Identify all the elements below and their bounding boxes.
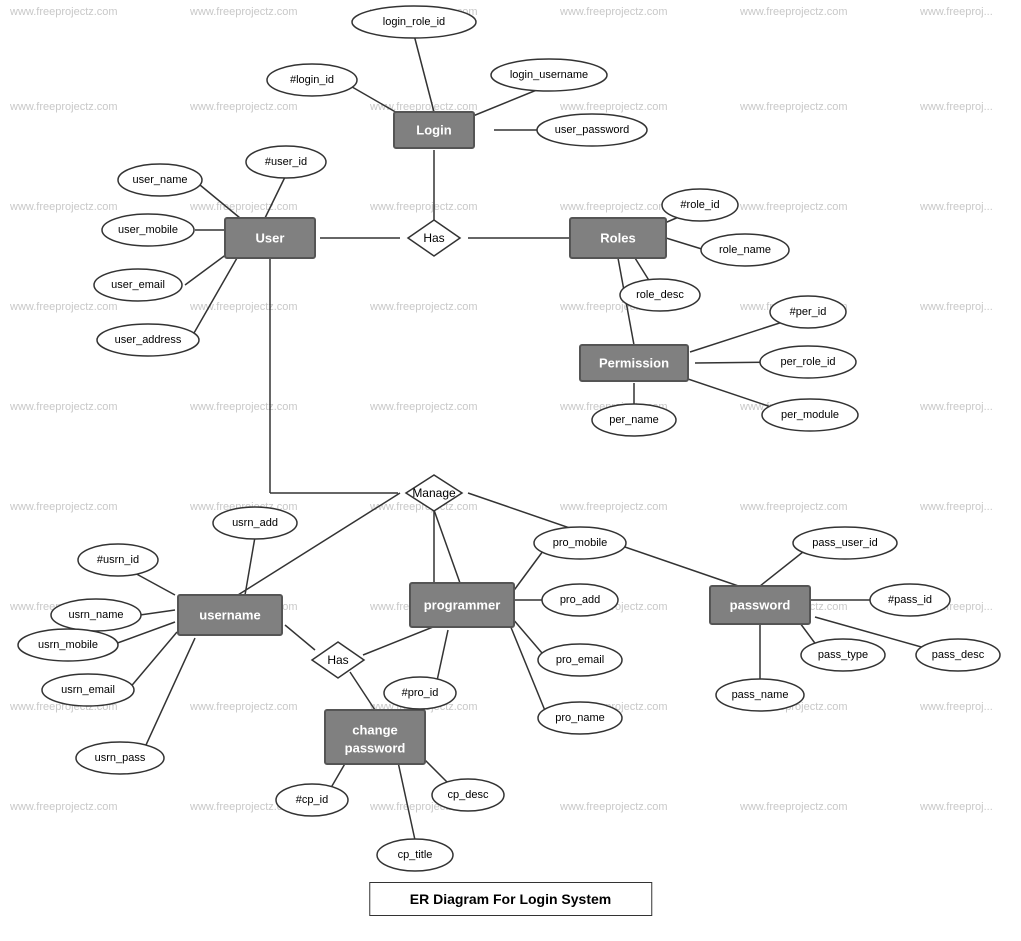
entity-permission-label: Permission [599, 356, 669, 371]
attr-user-email-label: user_email [111, 279, 165, 291]
er-diagram-svg: www.freeprojectz.com www.freeprojectz.co… [0, 0, 1021, 941]
watermark: www.freeprojectz.com [189, 701, 298, 713]
attr-user-name-label: user_name [132, 174, 187, 186]
watermark: www.freeprojectz.com [369, 301, 478, 313]
watermark: www.freeprojectz.com [559, 201, 668, 213]
watermark: www.freeprojectz.com [9, 6, 118, 18]
attr-cp-id-label: #cp_id [296, 794, 328, 806]
attr-role-desc-label: role_desc [636, 289, 684, 301]
attr-usrn-pass-label: usrn_pass [95, 752, 146, 764]
watermark: www.freeproj... [919, 701, 993, 713]
attr-user-mobile-label: user_mobile [118, 224, 178, 236]
attr-usrn-add-label: usrn_add [232, 517, 278, 529]
attr-pass-desc-label: pass_desc [932, 649, 985, 661]
attr-pro-id-label: #pro_id [402, 687, 439, 699]
attr-usrn-name-label: usrn_name [68, 609, 123, 621]
connector-usrn-pass [140, 638, 195, 758]
attr-pro-name-label: pro_name [555, 712, 605, 724]
diagram-title: ER Diagram For Login System [369, 882, 652, 916]
attr-cp-title-label: cp_title [398, 849, 433, 861]
entity-login-label: Login [416, 123, 451, 138]
watermark: www.freeprojectz.com [739, 6, 848, 18]
watermark: www.freeprojectz.com [559, 801, 668, 813]
watermark: www.freeproj... [919, 6, 993, 18]
attr-usrn-mobile-label: usrn_mobile [38, 639, 98, 651]
attr-role-id-label: #role_id [680, 199, 719, 211]
connector-manage-prog [434, 510, 460, 583]
attr-per-id-label: #per_id [790, 306, 827, 318]
entity-change-password-label2: password [345, 741, 406, 756]
connector-usrn-email [128, 632, 177, 690]
attr-per-role-id-label: per_role_id [780, 356, 835, 368]
attr-user-address-label: user_address [115, 334, 182, 346]
watermark: www.freeprojectz.com [9, 201, 118, 213]
watermark: www.freeproj... [919, 801, 993, 813]
relationship-has1-label: Has [423, 231, 444, 245]
entity-programmer-label: programmer [424, 598, 501, 613]
entity-roles-label: Roles [600, 231, 635, 246]
watermark: www.freeprojectz.com [739, 801, 848, 813]
attr-pass-user-id-label: pass_user_id [812, 537, 877, 549]
watermark: www.freeprojectz.com [559, 6, 668, 18]
attr-cp-desc-label: cp_desc [448, 789, 489, 801]
watermark: www.freeprojectz.com [9, 101, 118, 113]
watermark: www.freeprojectz.com [189, 6, 298, 18]
watermark: www.freeprojectz.com [9, 501, 118, 513]
watermark: www.freeprojectz.com [559, 101, 668, 113]
watermark: www.freeprojectz.com [9, 301, 118, 313]
attr-user-password-label: user_password [555, 124, 630, 136]
connector-user-address [190, 258, 237, 340]
attr-per-name-label: per_name [609, 414, 659, 426]
relationship-manage-label: Manage [412, 486, 456, 500]
attr-usrn-email-label: usrn_email [61, 684, 115, 696]
attr-user-id-label: #user_id [265, 156, 307, 168]
watermark: www.freeprojectz.com [189, 301, 298, 313]
connector-has2-cp [350, 672, 375, 710]
attr-login-id-label: #login_id [290, 74, 334, 86]
connector-role-name [666, 238, 705, 250]
watermark: www.freeprojectz.com [739, 201, 848, 213]
watermark: www.freeproj... [919, 101, 993, 113]
attr-role-name-label: role_name [719, 244, 771, 256]
attr-pass-name-label: pass_name [732, 689, 789, 701]
watermark: www.freeprojectz.com [189, 401, 298, 413]
connector-pro-mobile [512, 547, 546, 593]
watermark: www.freeproj... [919, 301, 993, 313]
connector-usrn-name [140, 610, 175, 615]
attr-pro-mobile-label: pro_mobile [553, 537, 607, 549]
connector-programmer-has2 [363, 625, 438, 655]
watermark: www.freeprojectz.com [9, 401, 118, 413]
entity-user-label: User [256, 231, 285, 246]
attr-per-module-label: per_module [781, 409, 839, 421]
watermark: www.freeproj... [919, 501, 993, 513]
watermark: www.freeproj... [919, 201, 993, 213]
attr-pro-add-label: pro_add [560, 594, 600, 606]
relationship-has2-label: Has [327, 653, 348, 667]
watermark: www.freeprojectz.com [739, 101, 848, 113]
er-diagram: www.freeprojectz.com www.freeprojectz.co… [0, 0, 1021, 941]
attr-login-username-label: login_username [510, 69, 588, 81]
connector-usrn-add [245, 537, 255, 595]
watermark: www.freeprojectz.com [189, 101, 298, 113]
watermark: www.freeprojectz.com [559, 501, 668, 513]
entity-change-password-label1: change [352, 723, 398, 738]
watermark: www.freeprojectz.com [739, 501, 848, 513]
connector-username-has2 [285, 625, 315, 650]
entity-password-label: password [730, 598, 791, 613]
attr-usrn-id-label: #usrn_id [97, 554, 139, 566]
attr-login-role-id-label: login_role_id [383, 16, 445, 28]
watermark: www.freeproj... [919, 401, 993, 413]
attr-pass-id-label: #pass_id [888, 594, 932, 606]
watermark: www.freeprojectz.com [369, 201, 478, 213]
watermark: www.freeprojectz.com [189, 201, 298, 213]
entity-username-label: username [199, 608, 260, 623]
connector-pass-user-id [755, 548, 808, 590]
watermark: www.freeprojectz.com [9, 801, 118, 813]
attr-pro-email-label: pro_email [556, 654, 604, 666]
attr-pass-type-label: pass_type [818, 649, 868, 661]
watermark: www.freeprojectz.com [369, 401, 478, 413]
